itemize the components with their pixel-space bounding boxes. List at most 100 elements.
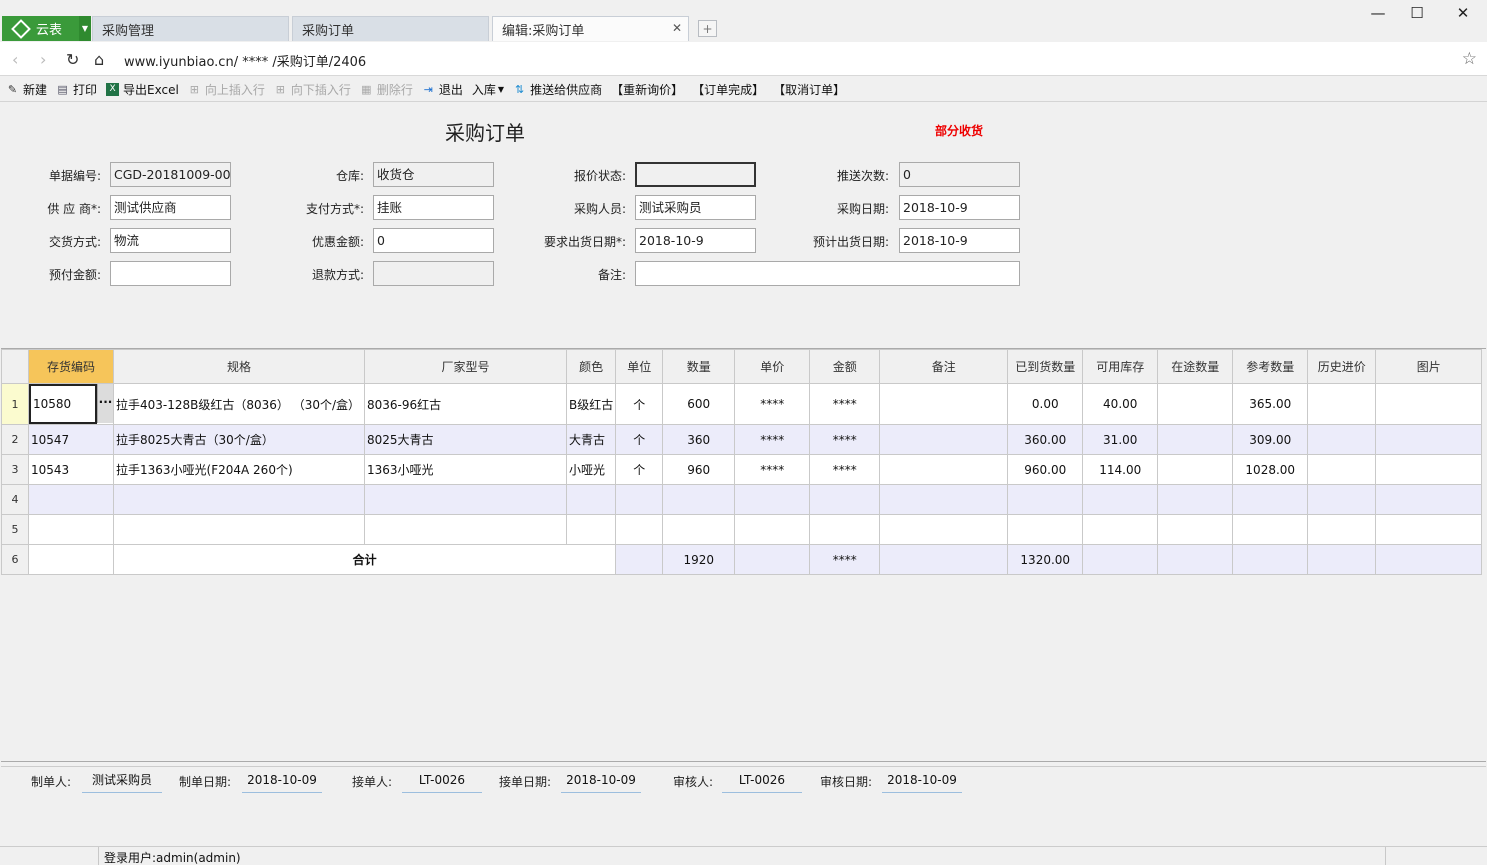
col-header[interactable]: 单位 [615,349,664,384]
grid-cell[interactable] [364,514,567,545]
grid-cell[interactable] [1307,514,1377,545]
payment-field[interactable]: 挂账 [373,195,494,220]
grid-cell[interactable] [1157,484,1234,515]
stock-cell[interactable]: 114.00 [1082,454,1159,485]
grid-cell[interactable] [734,514,811,545]
stock-cell[interactable]: 40.00 [1082,383,1159,425]
home-icon[interactable]: ⌂ [94,50,104,69]
grid-cell[interactable] [1157,514,1234,545]
col-header[interactable]: 规格 [113,349,365,384]
amount-cell[interactable]: **** [809,454,881,485]
new-tab-button[interactable]: + [698,20,717,37]
col-header[interactable]: 在途数量 [1157,349,1234,384]
required-ship-date-field[interactable]: 2018-10-9 [635,228,756,253]
grid-cell[interactable] [565,484,617,515]
stock-code-cell[interactable]: 10547 [28,424,114,455]
warehouse-field[interactable]: 收货仓 [373,162,494,187]
refresh-icon[interactable]: ↻ [66,50,79,69]
new-button[interactable]: ✎ 新建 [6,81,47,98]
print-button[interactable]: ▤ 打印 [56,81,97,98]
col-header[interactable]: 参考数量 [1232,349,1309,384]
url-field[interactable]: www.iyunbiao.cn/ **** /采购订单/2406 [124,51,366,70]
spec-cell[interactable]: 拉手8025大青古（30个/盒） [113,424,365,455]
row-number[interactable]: 1 [1,383,29,425]
grid-cell[interactable] [809,484,881,515]
table-row[interactable]: 1 10580 ··· 拉手403-128B级红古（8036） （30个/盒） … [1,383,1483,425]
model-cell[interactable]: 1363小哑光 [364,454,567,485]
grid-cell[interactable] [662,514,736,545]
grid-cell[interactable] [1307,484,1377,515]
price-cell[interactable]: **** [734,383,811,425]
stock-code-cell-editing[interactable]: 10580 ··· [28,383,114,425]
discount-field[interactable]: 0 [373,228,494,253]
col-header[interactable]: 已到货数量 [1007,349,1084,384]
arrived-cell[interactable]: 0.00 [1007,383,1084,425]
cancel-order-button[interactable]: 【取消订单】 [773,81,845,98]
row-number[interactable]: 6 [1,544,29,575]
price-cell[interactable]: **** [734,454,811,485]
tab-edit-purchase-order[interactable]: 编辑:采购订单 ✕ [492,16,689,41]
close-window-icon[interactable]: ✕ [1453,4,1473,24]
color-cell[interactable]: 小哑光 [565,454,617,485]
ellipsis-picker-icon[interactable]: ··· [97,384,113,423]
col-header[interactable]: 存货编码 [28,349,114,384]
grid-cell[interactable] [734,484,811,515]
color-cell[interactable]: B级红古 [565,383,617,425]
refund-field[interactable] [373,261,494,286]
color-cell[interactable]: 大青古 [565,424,617,455]
model-cell[interactable]: 8025大青古 [364,424,567,455]
purchase-date-field[interactable]: 2018-10-9 [899,195,1020,220]
col-header[interactable]: 数量 [662,349,736,384]
col-header[interactable]: 图片 [1375,349,1483,384]
remark-field[interactable] [635,261,1020,286]
transit-cell[interactable] [1157,383,1234,425]
arrived-cell[interactable]: 360.00 [1007,424,1084,455]
picture-cell[interactable] [1375,424,1483,455]
grid-cell[interactable] [879,514,1009,545]
grid-cell[interactable] [615,514,664,545]
transit-cell[interactable] [1157,424,1234,455]
history-price-cell[interactable] [1307,383,1377,425]
grid-cell[interactable] [1232,514,1309,545]
qty-cell[interactable]: 960 [662,454,736,485]
export-excel-button[interactable]: X 导出Excel [106,81,179,98]
col-header[interactable]: 金额 [809,349,881,384]
ref-qty-cell[interactable]: 365.00 [1232,383,1309,425]
app-menu-button[interactable]: 云表 ▼ [2,16,91,41]
col-header[interactable]: 颜色 [565,349,617,384]
table-row[interactable]: 5 [1,514,1483,545]
close-tab-icon[interactable]: ✕ [672,21,682,35]
grid-cell[interactable] [809,514,881,545]
grid-cell[interactable] [1007,514,1084,545]
col-header[interactable]: 可用库存 [1082,349,1159,384]
row-number[interactable]: 5 [1,514,29,545]
supplier-field[interactable]: 测试供应商 [110,195,231,220]
grid-cell[interactable] [28,484,114,515]
bookmark-star-icon[interactable]: ☆ [1462,49,1477,69]
picture-cell[interactable] [1375,454,1483,485]
col-header[interactable]: 单价 [734,349,811,384]
grid-cell[interactable] [1082,484,1159,515]
row-number[interactable]: 3 [1,454,29,485]
grid-cell[interactable] [1375,484,1483,515]
grid-cell[interactable] [662,484,736,515]
transit-cell[interactable] [1157,454,1234,485]
grid-cell[interactable] [615,484,664,515]
ref-qty-cell[interactable]: 1028.00 [1232,454,1309,485]
price-cell[interactable]: **** [734,424,811,455]
grid-cell[interactable] [113,484,365,515]
complete-order-button[interactable]: 【订单完成】 [692,81,764,98]
qty-cell[interactable]: 600 [662,383,736,425]
estimated-ship-date-field[interactable]: 2018-10-9 [899,228,1020,253]
amount-cell[interactable]: **** [809,383,881,425]
ref-qty-cell[interactable]: 309.00 [1232,424,1309,455]
col-header[interactable]: 历史进价 [1307,349,1377,384]
grid-cell[interactable] [879,484,1009,515]
insert-below-button[interactable]: ⊞ 向下插入行 [274,81,351,98]
spec-cell[interactable]: 拉手1363小哑光(F204A 260个) [113,454,365,485]
row-number[interactable]: 4 [1,484,29,515]
app-dropdown-icon[interactable]: ▼ [79,16,91,41]
minimize-icon[interactable]: — [1368,4,1388,24]
grid-cell[interactable] [28,514,114,545]
requote-button[interactable]: 【重新询价】 [611,81,683,98]
